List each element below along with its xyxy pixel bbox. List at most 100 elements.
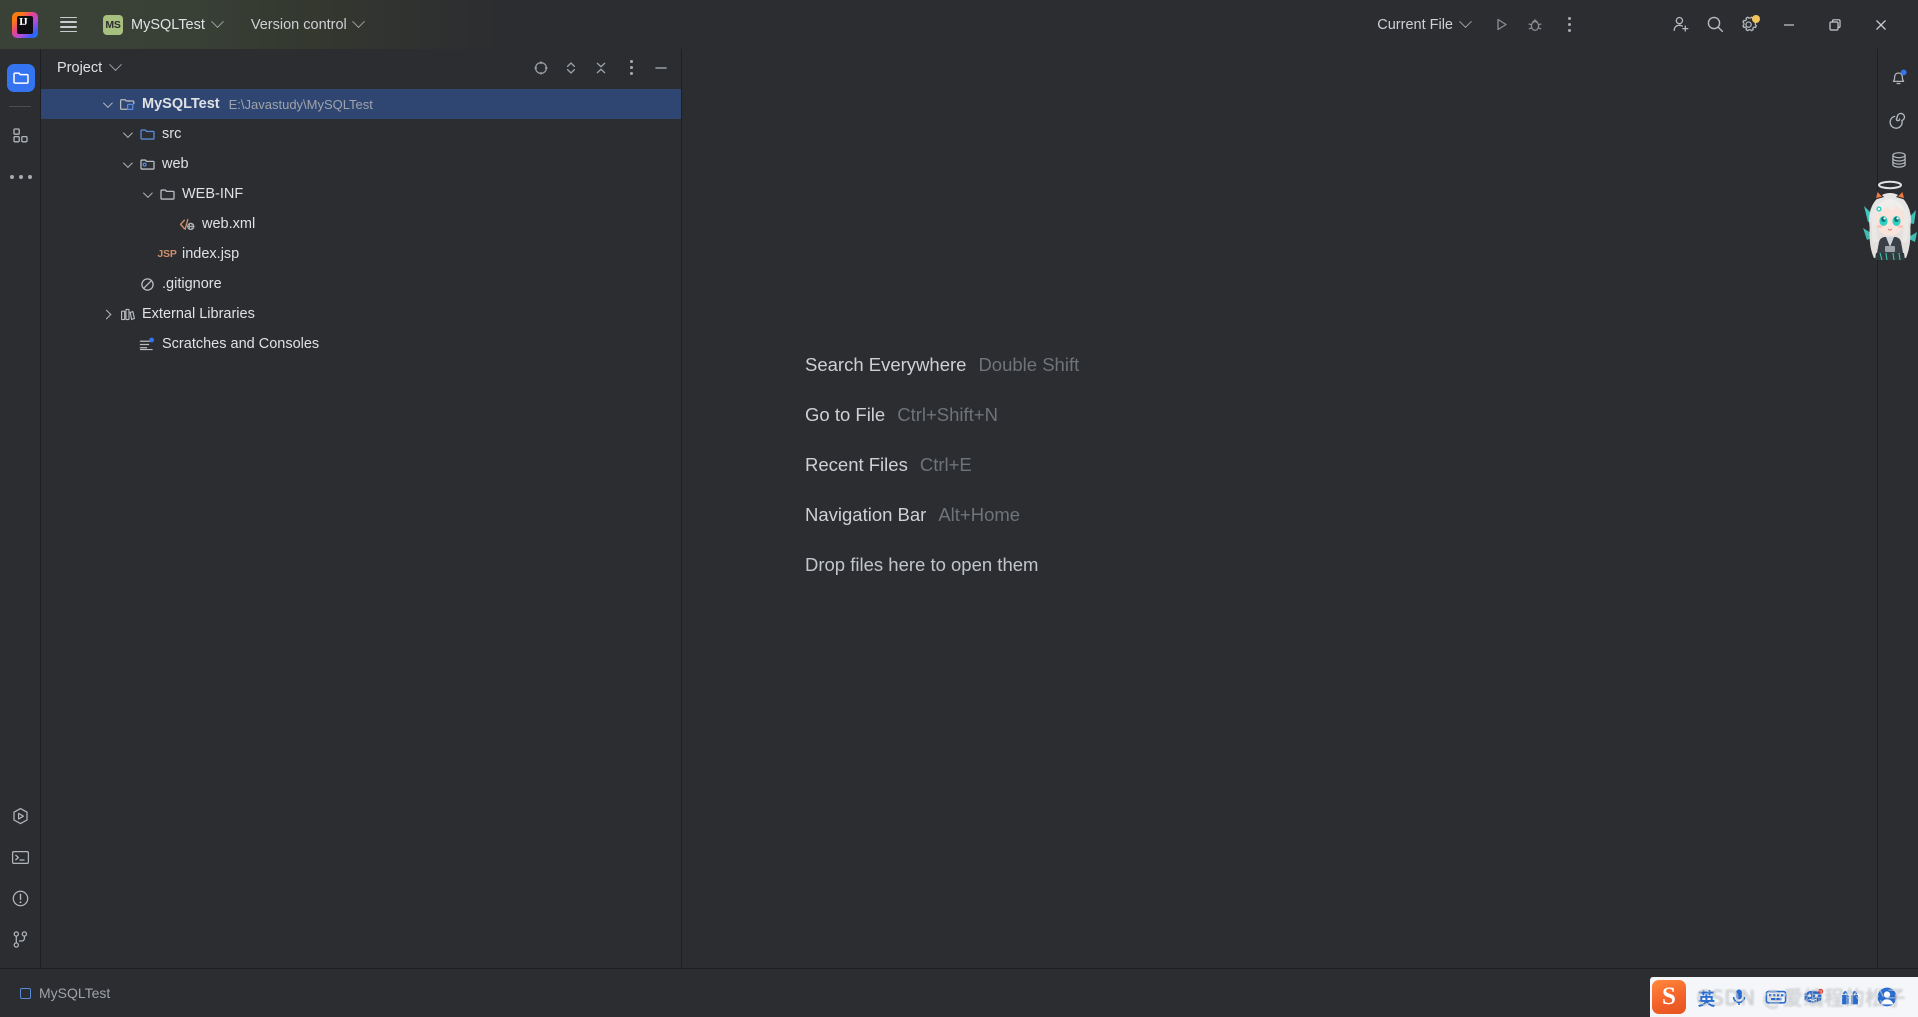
run-hexagon-icon [13,807,28,825]
panel-options-button[interactable] [617,54,645,82]
title-bar-left: IJ MS MySQLTest Version control [0,0,371,49]
hint-navigation-bar[interactable]: Navigation Bar Alt+Home [805,504,1079,526]
tree-node-index-jsp[interactable]: JSP index.jsp [41,239,681,269]
hint-shortcut: Ctrl+Shift+N [897,404,998,425]
ime-mode-label[interactable]: 英 [1698,985,1715,1010]
tree-twisty-expanded[interactable] [136,187,156,198]
sidebar-item-project[interactable] [0,57,41,98]
project-panel-actions [527,54,675,82]
voice-input-icon[interactable] [1726,984,1752,1010]
chevron-down-icon [351,15,365,29]
source-folder-icon [136,126,158,143]
database-cylinder-icon [1891,151,1906,168]
collapse-all-button[interactable] [587,54,615,82]
hint-go-to-file[interactable]: Go to File Ctrl+Shift+N [805,404,1079,426]
maximize-button[interactable] [1812,0,1858,49]
emoji-face-icon[interactable] [1800,984,1826,1010]
sidebar-item-run[interactable] [0,796,41,837]
structure-squares-icon [13,128,28,143]
window-restore-icon [1829,18,1841,31]
status-project-label: MySQLTest [39,985,111,1001]
close-button[interactable] [1858,0,1904,49]
minimize-button[interactable] [1766,0,1812,49]
intellij-idea-logo: IJ [12,11,38,38]
tree-node-label: External Libraries [142,306,255,322]
settings-update-badge [1752,14,1760,23]
tree-node-web-xml[interactable]: web.xml [41,209,681,239]
hint-label: Search Everywhere [805,354,967,375]
select-opened-file-button[interactable] [527,54,555,82]
sidebar-item-database[interactable] [1878,139,1918,180]
tree-twisty-collapsed[interactable] [96,309,116,319]
right-tool-rail [1863,49,1918,968]
left-rail-bottom [0,796,41,968]
run-button[interactable] [1484,8,1518,42]
tree-node-label: src [162,126,182,142]
hint-shortcut: Double Shift [978,354,1080,375]
tree-twisty-expanded[interactable] [116,127,136,138]
tree-node-src[interactable]: src [41,119,681,149]
search-button[interactable] [1698,8,1732,42]
project-tree: MySQLTest E:\Javastudy\MySQLTest src web… [41,86,681,359]
editor-empty-area[interactable]: Search Everywhere Double Shift Go to Fil… [682,49,1877,968]
hint-recent-files[interactable]: Recent Files Ctrl+E [805,454,1079,476]
scratches-icon [136,336,158,353]
sidebar-item-more-tools[interactable] [0,156,41,197]
tree-node-scratches-and-consoles[interactable]: Scratches and Consoles [41,329,681,359]
keyboard-icon[interactable] [1763,984,1789,1010]
chevron-down-icon [210,15,224,29]
add-account-icon [1673,16,1688,32]
rail-divider [9,106,31,107]
tree-node-external-libraries[interactable]: External Libraries [41,299,681,329]
tree-twisty-expanded[interactable] [116,157,136,168]
sidebar-item-terminal[interactable] [0,837,41,878]
more-actions-button[interactable] [1552,8,1586,42]
account-button[interactable] [1664,8,1698,42]
idea-window: IJ MS MySQLTest Version control Current … [0,0,1918,1017]
sidebar-item-structure[interactable] [0,115,41,156]
tree-node-gitignore[interactable]: .gitignore [41,269,681,299]
crosshair-target-icon [534,60,548,75]
hide-panel-button[interactable] [647,54,675,82]
sogou-ime-toolbar[interactable]: S 英 [1650,977,1918,1017]
module-folder-icon [116,96,138,113]
tree-twisty-expanded[interactable] [96,97,116,108]
sidebar-item-notifications[interactable] [1878,57,1918,98]
search-icon [1707,16,1723,33]
settings-button[interactable] [1732,8,1766,42]
project-name-label: MySQLTest [131,16,205,33]
sidebar-item-problems[interactable] [0,878,41,919]
run-configuration-selector[interactable]: Current File [1369,12,1478,38]
hint-search-everywhere[interactable]: Search Everywhere Double Shift [805,354,1079,376]
panel-title: Project [57,59,103,76]
toolbox-icon[interactable] [1837,984,1863,1010]
tree-node-label: Scratches and Consoles [162,336,320,352]
tree-node-label: .gitignore [162,276,222,292]
terminal-icon [11,850,30,865]
chevron-down-icon[interactable] [109,58,123,72]
status-project-item[interactable]: MySQLTest [10,981,120,1005]
project-selector[interactable]: MS MySQLTest [96,11,229,39]
tree-node-label: index.jsp [182,246,240,262]
sogou-pinyin-logo[interactable]: S [1652,980,1686,1014]
folder-icon [12,71,29,84]
project-panel-header: Project [41,49,681,86]
hint-shortcut: Alt+Home [938,504,1021,525]
project-badge: MS [103,14,123,35]
user-profile-icon[interactable] [1874,984,1900,1010]
chevron-down-icon [1459,15,1472,29]
tree-node-mysqltest[interactable]: MySQLTest E:\Javastudy\MySQLTest [41,89,681,119]
status-bar: MySQLTest [0,968,1918,1017]
problems-warning-icon [12,890,29,907]
debug-button[interactable] [1518,8,1552,42]
expand-collapse-button[interactable] [557,54,585,82]
hint-label: Go to File [805,404,886,425]
left-tool-rail [0,49,41,968]
hamburger-menu-icon[interactable] [52,9,84,41]
tree-node-web[interactable]: web [41,149,681,179]
tree-node-web-inf[interactable]: WEB-INF [41,179,681,209]
sidebar-item-ai-assistant[interactable] [1878,98,1918,139]
version-control-selector[interactable]: Version control [243,13,371,37]
sidebar-item-version-control[interactable] [0,919,41,960]
up-down-chevrons-icon [566,61,576,74]
